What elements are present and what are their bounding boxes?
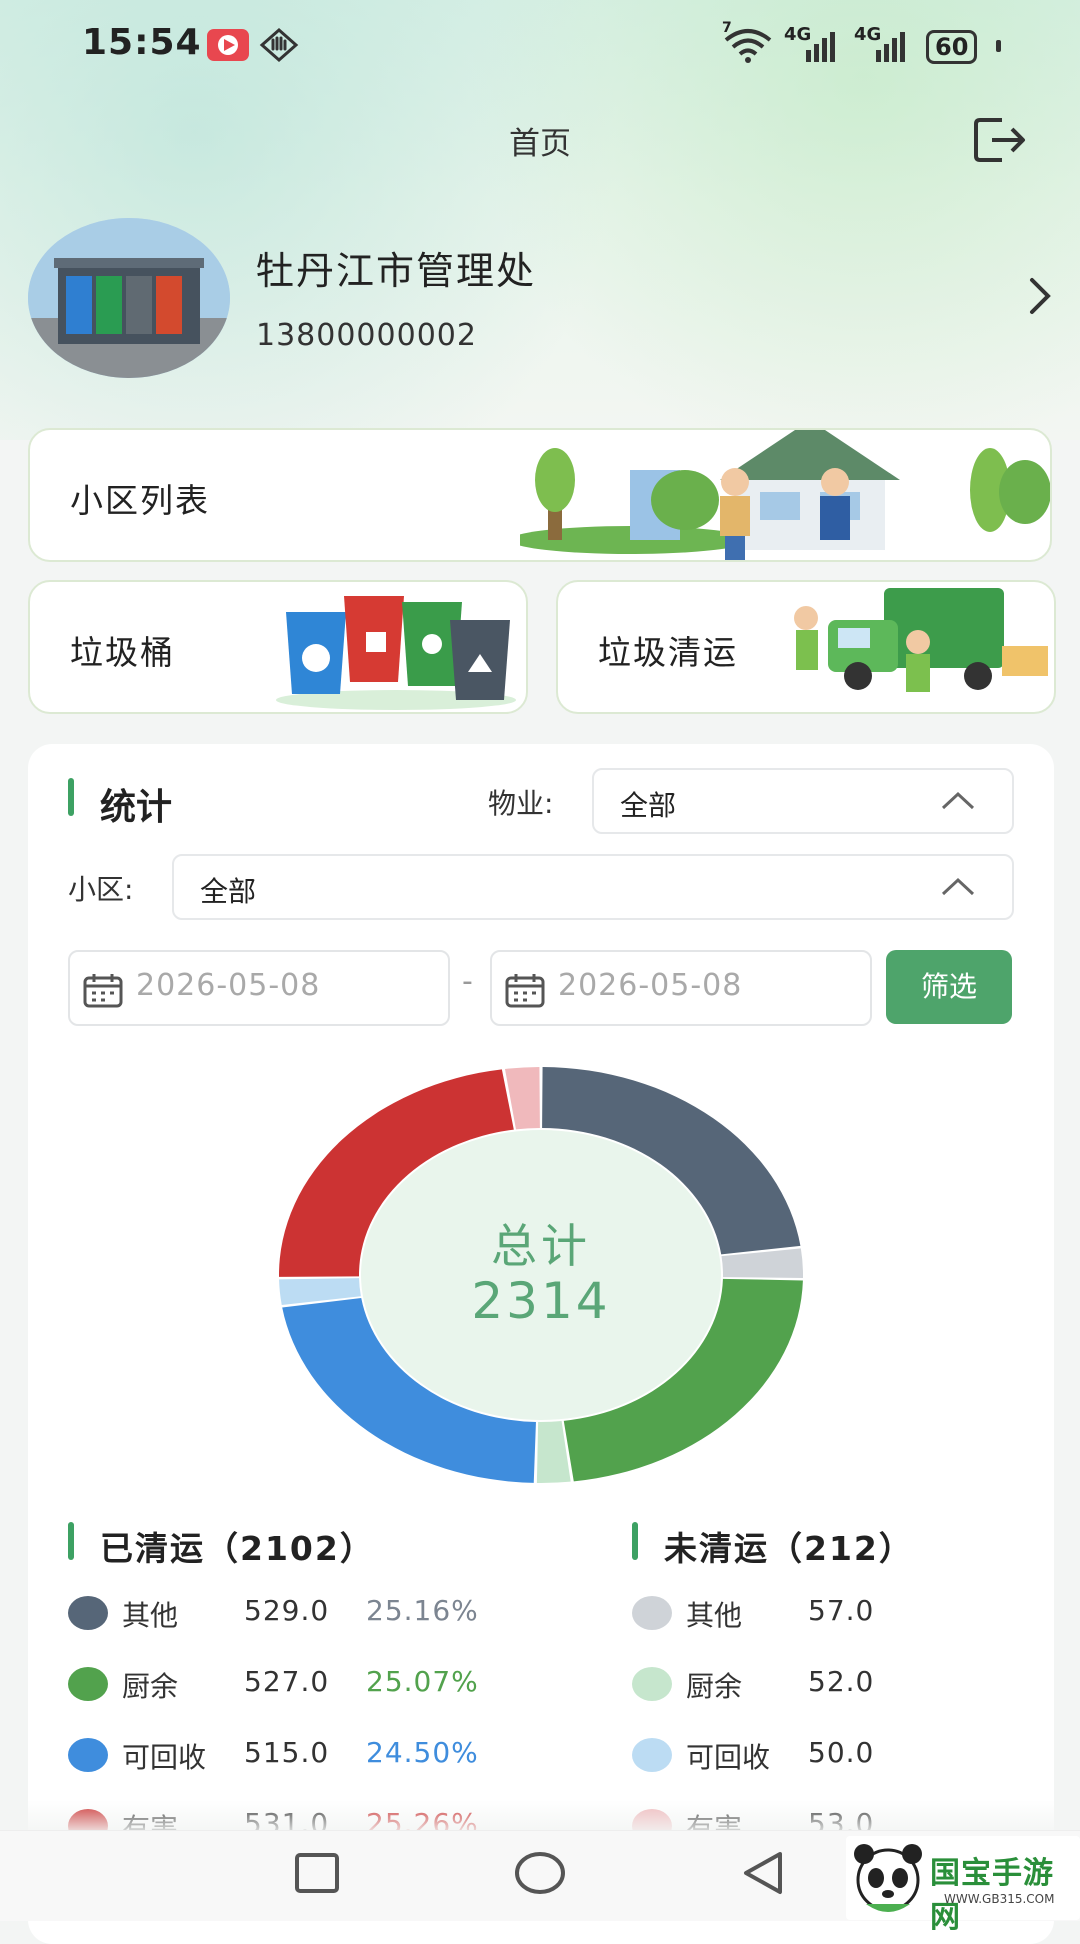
- legend-percent: 25.07%: [366, 1665, 479, 1698]
- legend-name: 厨余: [686, 1670, 743, 1703]
- header-background: [0, 0, 1080, 440]
- calendar-icon: [505, 974, 545, 1008]
- bins-illustration: [276, 596, 516, 710]
- chevron-right-icon[interactable]: [1022, 272, 1058, 320]
- legend-row: 可回收 50.0: [632, 1736, 1052, 1776]
- donut-center-label: 总计: [491, 1219, 591, 1273]
- community-label: 小区:: [68, 873, 134, 906]
- legend-value: 527.0: [244, 1665, 330, 1698]
- date-separator: -: [462, 964, 473, 999]
- org-name: 牡丹江市管理处: [256, 249, 537, 293]
- property-label: 物业:: [488, 787, 554, 820]
- calendar-icon: [83, 974, 123, 1008]
- community-select[interactable]: 全部: [172, 854, 1014, 920]
- legend-row: 可回收 515.0 24.50%: [68, 1736, 488, 1776]
- legend-row: 其他 529.0 25.16%: [68, 1594, 488, 1634]
- network-label-1: 4G: [784, 24, 812, 45]
- end-date-value: 2026-05-08: [558, 968, 743, 1003]
- page-title: 首页: [509, 126, 571, 162]
- uncleared-title: 未清运（212）: [664, 1529, 914, 1568]
- battery-icon: 60: [926, 30, 978, 64]
- legend-value: 529.0: [244, 1594, 330, 1627]
- panda-logo-icon: [854, 1844, 922, 1912]
- chevron-up-icon: [941, 791, 975, 810]
- cleared-title: 已清运（2102）: [100, 1529, 375, 1568]
- battery-tip: [996, 40, 1001, 52]
- recents-icon[interactable]: [294, 1852, 340, 1898]
- property-select[interactable]: 全部: [592, 768, 1014, 834]
- legend-dot: [632, 1596, 672, 1630]
- status-time: 15:54: [82, 22, 202, 63]
- legend-percent: 25.16%: [366, 1594, 479, 1627]
- network-label-2: 4G: [854, 24, 882, 45]
- legend-row: 厨余 527.0 25.07%: [68, 1665, 488, 1705]
- cleared-marker: [68, 1522, 74, 1560]
- watermark-url: WWW.GB315.COM: [944, 1892, 1055, 1906]
- battery-level: 60: [935, 33, 969, 61]
- community-list-label: 小区列表: [70, 481, 210, 520]
- home-icon[interactable]: [514, 1850, 566, 1900]
- avatar: [28, 218, 230, 378]
- legend-dot: [68, 1738, 108, 1772]
- legend-name: 厨余: [122, 1670, 179, 1703]
- legend-row: 厨余 52.0: [632, 1665, 1052, 1705]
- legend-dot: [632, 1667, 672, 1701]
- wifi-superscript: 7: [722, 20, 732, 36]
- legend-value: 57.0: [808, 1594, 875, 1627]
- legend-name: 其他: [686, 1599, 743, 1632]
- community-select-value: 全部: [200, 875, 257, 908]
- legend-value: 515.0: [244, 1736, 330, 1769]
- legend-value: 50.0: [808, 1736, 875, 1769]
- community-illustration: [520, 430, 1050, 560]
- legend-dot: [632, 1738, 672, 1772]
- uncleared-marker: [632, 1522, 638, 1560]
- bins-label: 垃圾桶: [70, 633, 175, 672]
- video-app-icon: [206, 28, 250, 66]
- section-marker: [68, 778, 74, 816]
- community-list-card[interactable]: 小区列表: [28, 428, 1052, 562]
- truck-illustration: [794, 588, 1048, 692]
- end-date-input[interactable]: 2026-05-08: [490, 950, 872, 1026]
- stats-title: 统计: [100, 787, 173, 828]
- legend-name: 可回收: [122, 1741, 207, 1774]
- legend-value: 52.0: [808, 1665, 875, 1698]
- legend-name: 其他: [122, 1599, 179, 1632]
- property-select-value: 全部: [620, 789, 677, 822]
- filter-button[interactable]: 筛选: [886, 950, 1012, 1024]
- start-date-value: 2026-05-08: [136, 968, 321, 1003]
- start-date-input[interactable]: 2026-05-08: [68, 950, 450, 1026]
- garbage-transport-label: 垃圾清运: [598, 633, 738, 672]
- logout-icon[interactable]: [972, 114, 1028, 166]
- phone-number: 13800000002: [256, 318, 477, 353]
- legend-name: 可回收: [686, 1741, 771, 1774]
- back-icon[interactable]: [740, 1850, 786, 1900]
- donut-center-value: 2314: [471, 1272, 611, 1330]
- watermark: 国宝手游网 WWW.GB315.COM: [846, 1836, 1080, 1935]
- hand-icon: [258, 27, 300, 67]
- legend-dot: [68, 1596, 108, 1630]
- bins-card[interactable]: 垃圾桶: [28, 580, 528, 714]
- legend-percent: 24.50%: [366, 1736, 479, 1769]
- garbage-transport-card[interactable]: 垃圾清运: [556, 580, 1056, 714]
- legend-dot: [68, 1667, 108, 1701]
- legend-row: 其他 57.0: [632, 1594, 1052, 1634]
- chevron-up-icon: [941, 877, 975, 896]
